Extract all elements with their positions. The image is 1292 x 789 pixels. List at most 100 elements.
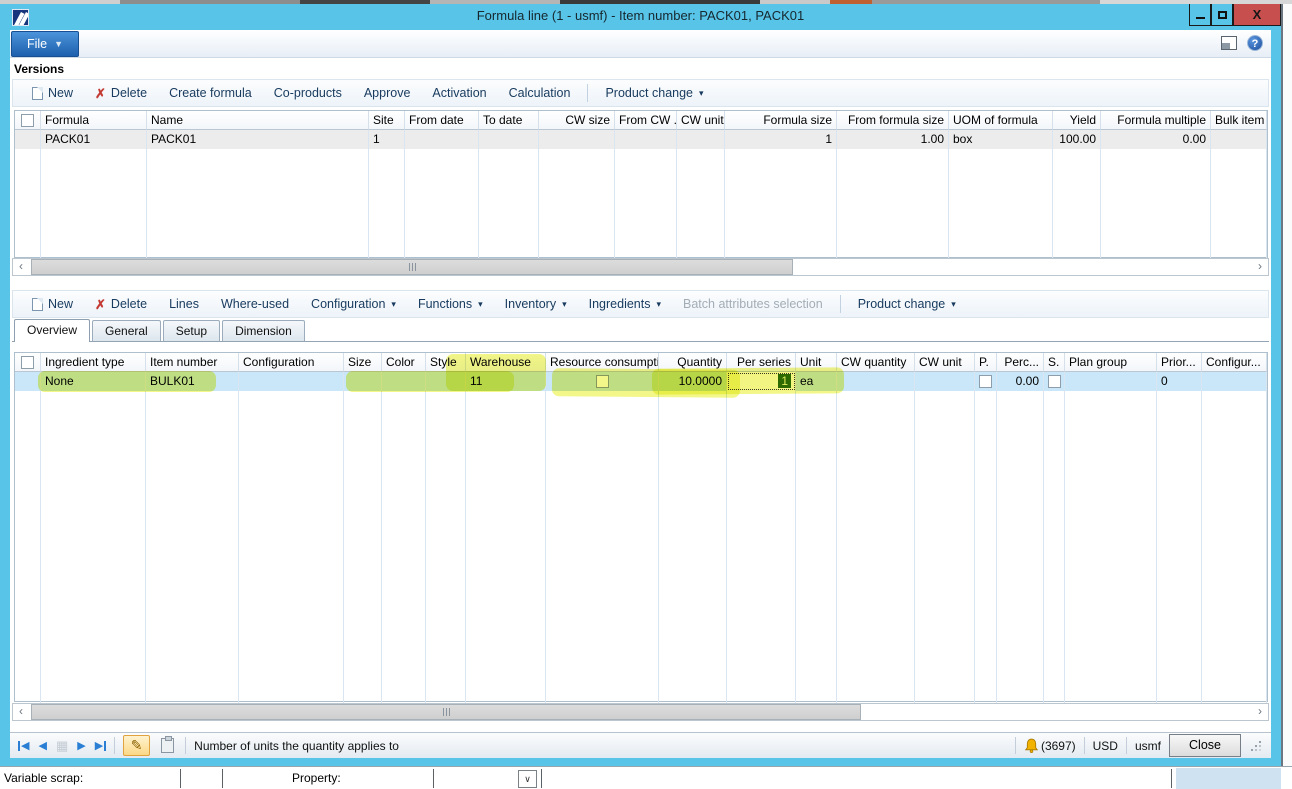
previous-record-button[interactable]: ◀ [38, 739, 46, 752]
first-record-button[interactable]: ◀ [18, 739, 29, 752]
column-header-cw-quantity[interactable]: CW quantity [837, 353, 915, 372]
file-menu-button[interactable]: File ▼ [11, 31, 79, 57]
toolbar-button-where-used[interactable]: Where-used [212, 294, 298, 314]
cell-to-date[interactable] [479, 130, 539, 149]
cell-cw-quantity[interactable] [837, 372, 915, 391]
toolbar-button-activation[interactable]: Activation [423, 83, 495, 103]
edit-record-button[interactable]: ✎ [123, 735, 150, 756]
column-header-s[interactable]: S. [1044, 353, 1065, 372]
column-header-configur[interactable]: Configur... [1202, 353, 1267, 372]
table-row[interactable]: NoneBULK011110.00001ea0.000 [15, 372, 1267, 391]
close-form-button[interactable]: Close [1169, 734, 1241, 757]
cell-size[interactable] [344, 372, 382, 391]
cell-site[interactable]: 1 [369, 130, 405, 149]
cell-checkbox-s[interactable] [1044, 372, 1065, 391]
cell-formula-size[interactable]: 1 [725, 130, 837, 149]
cell-formula[interactable]: PACK01 [41, 130, 147, 149]
column-header-uom-of-formula[interactable]: UOM of formula [949, 111, 1053, 130]
cell-color[interactable] [382, 372, 426, 391]
checkbox-s[interactable] [1048, 375, 1061, 388]
cell-yield[interactable]: 100.00 [1053, 130, 1101, 149]
cell-from-date[interactable] [405, 130, 479, 149]
cell-per-series[interactable]: 1 [727, 372, 796, 391]
cell-cw-size[interactable] [539, 130, 615, 149]
cell-from-cw[interactable] [615, 130, 677, 149]
toolbar-button-delete[interactable]: ✗Delete [86, 83, 156, 103]
cell-blank[interactable] [15, 130, 41, 149]
cell-quantity[interactable]: 10.0000 [659, 372, 727, 391]
cell-warehouse[interactable]: 11 [466, 372, 546, 391]
cell-cw-unit[interactable] [677, 130, 725, 149]
toolbar-button-approve[interactable]: Approve [355, 83, 420, 103]
column-header-prior[interactable]: Prior... [1157, 353, 1202, 372]
column-header-warehouse[interactable]: Warehouse [466, 353, 546, 372]
column-header-ingredient-type[interactable]: Ingredient type [41, 353, 146, 372]
help-icon[interactable]: ? [1247, 35, 1263, 51]
toolbar-button-inventory[interactable]: Inventory [496, 294, 576, 314]
cell-prior[interactable]: 0 [1157, 372, 1202, 391]
versions-grid-hscrollbar[interactable]: ‹ › [12, 258, 1269, 276]
cell-ingredient-type[interactable]: None [41, 372, 146, 391]
select-all-checkbox[interactable] [21, 356, 34, 369]
column-header-site[interactable]: Site [369, 111, 405, 130]
column-header-cw-size[interactable]: CW size [539, 111, 615, 130]
column-header-name[interactable]: Name [147, 111, 369, 130]
cell-configuration[interactable] [239, 372, 344, 391]
column-header-per-series[interactable]: Per series [727, 353, 796, 372]
checkbox-p[interactable] [979, 375, 992, 388]
column-header-style[interactable]: Style [426, 353, 466, 372]
select-all-column-header[interactable] [15, 111, 41, 130]
column-header-bulk-item[interactable]: Bulk item [1211, 111, 1267, 130]
tab-dimension[interactable]: Dimension [222, 320, 305, 341]
toolbar-button-new[interactable]: New [23, 294, 82, 314]
column-header-formula-size[interactable]: Formula size [725, 111, 837, 130]
last-record-button[interactable]: ▶ [95, 739, 106, 752]
column-header-formula[interactable]: Formula [41, 111, 147, 130]
column-header-from-cw[interactable]: From CW ... [615, 111, 677, 130]
cell-from-formula-size[interactable]: 1.00 [837, 130, 949, 149]
currency-indicator[interactable]: USD [1093, 739, 1118, 753]
property-dropdown[interactable]: ∨ [518, 770, 537, 788]
toolbar-button-product-change[interactable]: Product change [849, 294, 965, 314]
scroll-left-icon[interactable]: ‹ [13, 704, 29, 720]
toolbar-button-new[interactable]: New [23, 83, 82, 103]
column-header-formula-multiple[interactable]: Formula multiple [1101, 111, 1211, 130]
toolbar-button-lines[interactable]: Lines [160, 294, 208, 314]
cell-name[interactable]: PACK01 [147, 130, 369, 149]
checkbox-resource-consumption[interactable] [596, 375, 609, 388]
scrollbar-thumb[interactable] [31, 259, 793, 275]
cell-configur[interactable] [1202, 372, 1267, 391]
toolbar-button-product-change[interactable]: Product change [596, 83, 712, 103]
maximize-button[interactable] [1211, 4, 1233, 26]
column-header-cw-unit[interactable]: CW unit [677, 111, 725, 130]
column-header-from-date[interactable]: From date [405, 111, 479, 130]
tab-general[interactable]: General [92, 320, 161, 341]
column-header-from-formula-size[interactable]: From formula size [837, 111, 949, 130]
scrollbar-thumb[interactable] [31, 704, 861, 720]
column-header-color[interactable]: Color [382, 353, 426, 372]
resize-grip[interactable] [1249, 739, 1263, 753]
cell-cw-unit[interactable] [915, 372, 975, 391]
column-header-unit[interactable]: Unit [796, 353, 837, 372]
cell-checkbox-p[interactable] [975, 372, 997, 391]
scroll-right-icon[interactable]: › [1252, 704, 1268, 720]
column-header-resource-consumption[interactable]: Resource consumption [546, 353, 659, 372]
column-header-perc[interactable]: Perc... [997, 353, 1044, 372]
scroll-right-icon[interactable]: › [1252, 259, 1268, 275]
company-indicator[interactable]: usmf [1135, 739, 1161, 753]
scroll-left-icon[interactable]: ‹ [13, 259, 29, 275]
column-header-quantity[interactable]: Quantity [659, 353, 727, 372]
next-record-button[interactable]: ▶ [77, 739, 85, 752]
cell-uom-of-formula[interactable]: box [949, 130, 1053, 149]
toolbar-button-ingredients[interactable]: Ingredients [580, 294, 670, 314]
select-all-column-header[interactable] [15, 353, 41, 372]
cell-style[interactable] [426, 372, 466, 391]
cell-bulk-item[interactable] [1211, 130, 1267, 149]
scrollbar-track[interactable] [29, 259, 1252, 275]
select-all-checkbox[interactable] [21, 114, 34, 127]
column-header-yield[interactable]: Yield [1053, 111, 1101, 130]
toolbar-button-create-formula[interactable]: Create formula [160, 83, 261, 103]
tab-overview[interactable]: Overview [14, 319, 90, 342]
toolbar-button-calculation[interactable]: Calculation [500, 83, 580, 103]
column-header-size[interactable]: Size [344, 353, 382, 372]
